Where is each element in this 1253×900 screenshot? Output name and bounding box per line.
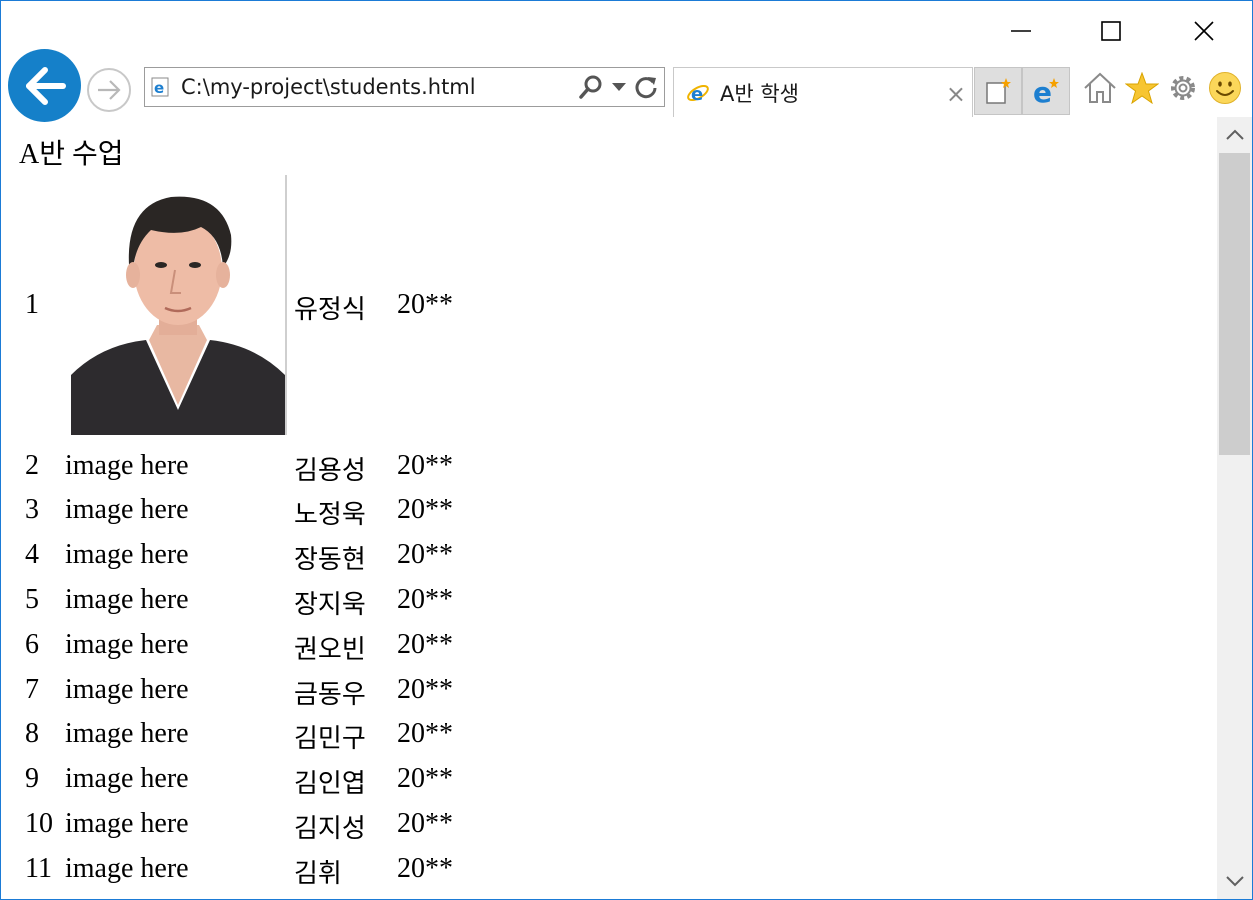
smiley-feedback-icon <box>1209 72 1241 104</box>
forward-arrow-icon <box>98 80 121 100</box>
chevron-down-icon[interactable] <box>612 82 626 92</box>
student-image-placeholder: image here <box>65 584 189 615</box>
edge-icon: e <box>1033 76 1059 106</box>
student-image-placeholder: image here <box>65 763 189 794</box>
svg-text:e: e <box>691 84 703 105</box>
student-image-placeholder: image here <box>65 674 189 705</box>
browser-window: e C:\my-project\students.html e A반 학생 × … <box>0 0 1253 900</box>
student-image-placeholder: image here <box>65 629 189 660</box>
student-year: 20** <box>397 674 453 705</box>
maximize-button[interactable] <box>1088 9 1134 53</box>
student-name: 장동현 <box>294 545 366 575</box>
student-name: 장지욱 <box>294 590 366 620</box>
search-icon[interactable] <box>578 74 604 100</box>
student-image-placeholder: image here <box>65 539 189 570</box>
student-number: 1 <box>25 289 39 320</box>
tab-close-button[interactable]: × <box>946 80 966 108</box>
tab-students[interactable]: e A반 학생 × <box>673 67 973 117</box>
student-number: 4 <box>25 539 39 570</box>
settings-button[interactable] <box>1164 69 1202 107</box>
student-name: 권오빈 <box>294 635 366 665</box>
student-year: 20** <box>397 450 453 481</box>
maximize-icon <box>1101 21 1121 41</box>
title-bar <box>1 1 1252 61</box>
student-year: 20** <box>397 494 453 525</box>
svg-text:e: e <box>154 79 164 97</box>
student-number: 8 <box>25 718 39 749</box>
address-bar[interactable]: e C:\my-project\students.html <box>144 67 665 107</box>
student-number: 6 <box>25 629 39 660</box>
student-year: 20** <box>397 763 453 794</box>
feedback-button[interactable] <box>1206 69 1244 107</box>
chevron-down-icon <box>1225 876 1244 887</box>
scrollbar-thumb[interactable] <box>1219 153 1250 455</box>
student-year: 20** <box>397 539 453 570</box>
page-content: A반 수업 1 유정식 20** 2 image here 김용성 20** 3… <box>1 117 1217 899</box>
student-image-placeholder: image here <box>65 450 189 481</box>
favorites-button[interactable] <box>1123 69 1161 107</box>
address-url[interactable]: C:\my-project\students.html <box>181 75 476 99</box>
close-icon <box>1194 21 1214 41</box>
new-tab-button[interactable] <box>974 67 1022 115</box>
student-name: 김지성 <box>294 814 366 844</box>
favorites-star-icon <box>1125 72 1159 104</box>
student-name: 유정식 <box>294 295 366 325</box>
student-name: 금동우 <box>294 680 366 710</box>
student-image-placeholder: image here <box>65 718 189 749</box>
student-photo <box>71 175 287 435</box>
ie-page-icon: e <box>151 77 171 101</box>
refresh-icon[interactable] <box>634 75 658 99</box>
student-number: 10 <box>25 808 53 839</box>
scroll-down-button[interactable] <box>1217 863 1252 899</box>
student-year: 20** <box>397 584 453 615</box>
page-title: A반 수업 <box>19 139 124 170</box>
open-edge-button[interactable]: e <box>1022 67 1070 115</box>
tab-title: A반 학생 <box>720 82 800 106</box>
minimize-icon <box>1011 30 1031 32</box>
chevron-up-icon <box>1225 129 1244 140</box>
ie-tab-icon: e <box>686 81 710 109</box>
settings-gear-icon <box>1171 76 1195 100</box>
student-year: 20** <box>397 808 453 839</box>
vertical-scrollbar[interactable] <box>1217 117 1252 899</box>
minimize-button[interactable] <box>998 9 1044 53</box>
student-number: 11 <box>25 853 52 884</box>
student-number: 5 <box>25 584 39 615</box>
student-number: 2 <box>25 450 39 481</box>
student-name: 노정욱 <box>294 500 366 530</box>
student-name: 김휘 <box>294 859 342 889</box>
navigation-bar: e C:\my-project\students.html e A반 학생 × … <box>1 49 1252 122</box>
home-icon <box>1084 72 1116 103</box>
forward-button[interactable] <box>87 68 131 112</box>
scroll-up-button[interactable] <box>1217 117 1252 153</box>
back-button[interactable] <box>8 49 81 122</box>
student-number: 7 <box>25 674 39 705</box>
student-number: 9 <box>25 763 39 794</box>
new-tab-icon <box>986 78 1011 104</box>
student-name: 김인엽 <box>294 769 366 799</box>
student-name: 김민구 <box>294 724 366 754</box>
back-arrow-icon <box>25 66 66 105</box>
close-window-button[interactable] <box>1181 9 1227 53</box>
student-year: 20** <box>397 629 453 660</box>
student-number: 3 <box>25 494 39 525</box>
address-tools <box>578 74 658 100</box>
student-year: 20** <box>397 718 453 749</box>
student-image-placeholder: image here <box>65 853 189 884</box>
student-year: 20** <box>397 289 453 320</box>
student-year: 20** <box>397 853 453 884</box>
student-image-placeholder: image here <box>65 808 189 839</box>
student-name: 김용성 <box>294 456 366 486</box>
home-button[interactable] <box>1081 69 1119 107</box>
student-image-placeholder: image here <box>65 494 189 525</box>
svg-text:e: e <box>1033 76 1052 106</box>
